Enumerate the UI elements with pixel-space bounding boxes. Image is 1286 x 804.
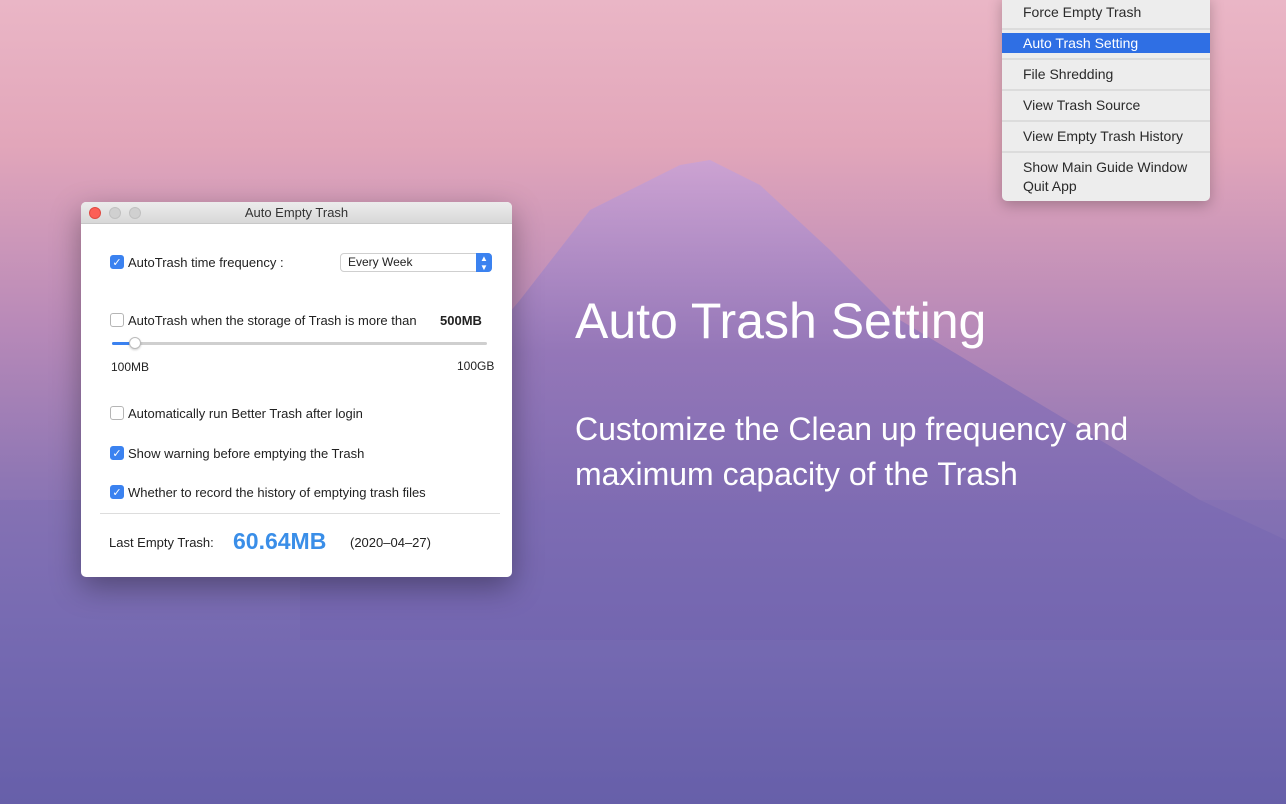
last-empty-size: 60.64MB (233, 528, 327, 554)
warning-label: Show warning before emptying the Trash (128, 446, 365, 461)
frequency-label: AutoTrash time frequency : (128, 255, 284, 270)
minimize-button[interactable] (109, 207, 121, 219)
menu-separator (1002, 120, 1210, 122)
storage-checkbox[interactable] (110, 313, 124, 327)
title-bar[interactable]: Auto Empty Trash (81, 202, 512, 224)
menu-separator (1002, 28, 1210, 30)
last-empty-label: Last Empty Trash: (109, 535, 214, 550)
frequency-selected: Every Week (348, 255, 413, 269)
history-label: Whether to record the history of emptyin… (128, 485, 426, 500)
slider-max-label: 100GB (457, 359, 495, 373)
menu-item-view-history[interactable]: View Empty Trash History (1002, 125, 1210, 147)
slider-min-label: 100MB (111, 360, 150, 374)
last-empty-date: (2020–04–27) (350, 535, 431, 550)
divider (100, 513, 500, 514)
storage-slider[interactable] (112, 337, 487, 349)
storage-label: AutoTrash when the storage of Trash is m… (128, 313, 417, 328)
menu-item-auto-trash-setting[interactable]: Auto Trash Setting (1002, 33, 1210, 53)
select-arrows-icon: ▲ ▼ (476, 253, 492, 272)
history-checkbox[interactable]: ✓ (110, 485, 124, 499)
warning-checkbox[interactable]: ✓ (110, 446, 124, 460)
window-title: Auto Empty Trash (244, 205, 349, 220)
storage-value: 500MB (440, 313, 482, 328)
hero-title: Auto Trash Setting (575, 293, 987, 349)
frequency-select[interactable]: Every Week ▲ ▼ (340, 253, 492, 272)
menu-item-view-trash-source[interactable]: View Trash Source (1002, 94, 1210, 116)
hero-line-1: Customize the Clean up frequency and (575, 411, 1129, 447)
login-label: Automatically run Better Trash after log… (128, 406, 363, 421)
hero-line-2: maximum capacity of the Trash (575, 456, 1018, 492)
menu-separator (1002, 58, 1210, 60)
status-menu: Force Empty Trash Auto Trash Setting Fil… (1002, 0, 1210, 201)
slider-knob[interactable] (128, 337, 141, 349)
menu-item-file-shredding[interactable]: File Shredding (1002, 63, 1210, 85)
menu-item-force-empty-trash[interactable]: Force Empty Trash (1002, 1, 1210, 23)
auto-empty-trash-window: Auto Empty Trash ✓ AutoTrash time freque… (81, 202, 512, 577)
menu-item-quit[interactable]: Quit App (1002, 175, 1210, 197)
menu-separator (1002, 89, 1210, 91)
close-button[interactable] (89, 207, 101, 219)
menu-separator (1002, 151, 1210, 153)
login-checkbox[interactable] (110, 406, 124, 420)
frequency-checkbox[interactable]: ✓ (110, 255, 124, 269)
zoom-button[interactable] (129, 207, 141, 219)
